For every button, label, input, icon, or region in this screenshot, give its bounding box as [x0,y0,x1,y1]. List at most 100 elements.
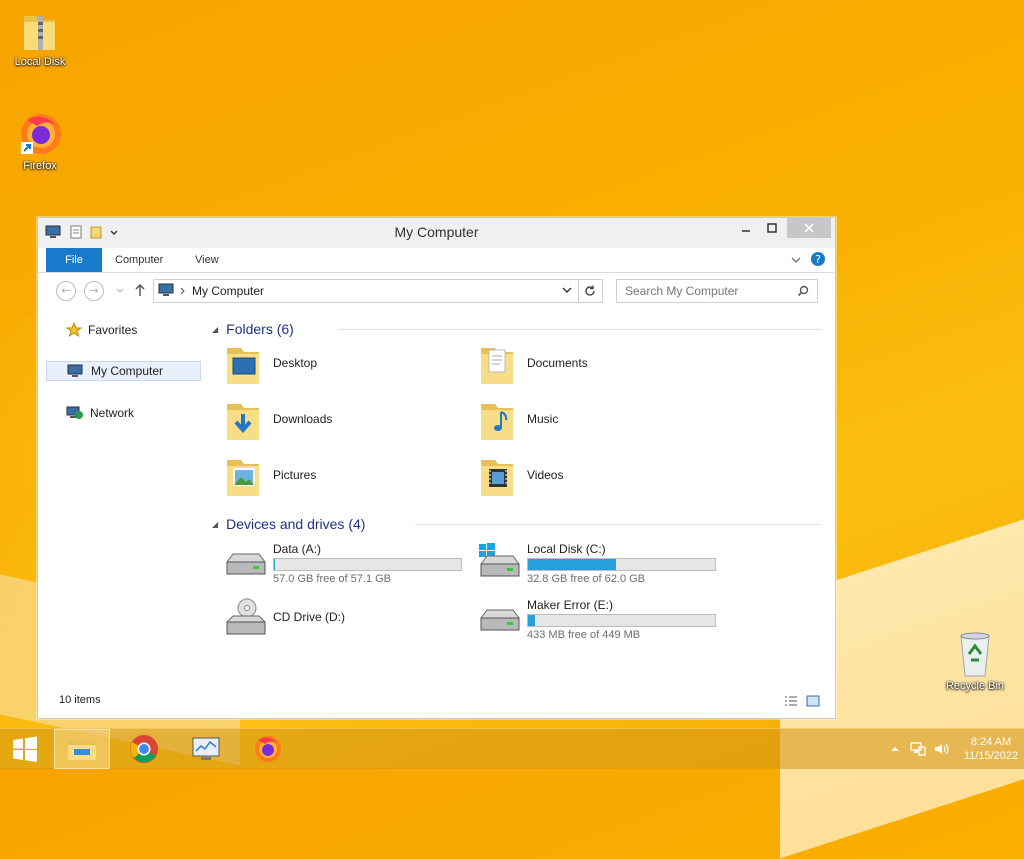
file-explorer-icon [66,736,98,762]
drive-name: Local Disk (C:) [527,542,606,556]
clock-date: 11/15/2022 [958,749,1024,763]
folder-tile-downloads[interactable]: Downloads [223,398,463,448]
address-text: My Computer [192,284,264,298]
close-icon [804,223,814,233]
tab-file[interactable]: File [46,248,102,272]
chevron-right-icon [180,287,186,295]
nav-item-my-computer[interactable]: My Computer [46,361,201,381]
chevron-down-icon[interactable] [562,287,572,295]
system-tray: 8:24 AM 11/15/2022 [890,729,1024,769]
desktop-folder-icon [223,342,263,390]
item-count: 10 items [59,694,101,706]
drives-header-label: Devices and drives (4) [226,516,365,532]
address-field[interactable]: My Computer [153,279,603,303]
recycle-bin-icon [955,630,995,678]
details-view-icon[interactable] [784,695,798,707]
drive-usage-bar [527,614,716,627]
title-bar[interactable]: My Computer [38,218,835,248]
folder-label: Videos [527,468,563,482]
folder-tile-documents[interactable]: Documents [477,342,717,392]
desktop-icon-recycle-bin[interactable]: Recycle Bin [935,630,1015,692]
content-pane: ◢ Folders (6) Desktop Documents Downloa [208,310,828,685]
folder-tile-pictures[interactable]: Pictures [223,454,463,504]
desktop-icon-label: Local Disk [15,56,66,68]
star-icon [66,322,82,338]
drive-tile-e[interactable]: Maker Error (E:) 433 MB free of 449 MB [477,598,722,648]
desktop-icon-firefox[interactable]: Firefox [0,110,80,172]
recent-locations-icon[interactable] [116,287,124,295]
music-folder-icon [477,398,517,446]
folder-zip-icon [20,8,60,54]
cd-drive-icon [223,598,269,638]
drive-usage-fill [528,559,616,570]
folder-label: Pictures [273,468,316,482]
windows-logo-icon [12,736,38,762]
collapse-triangle-icon[interactable]: ◢ [212,325,218,334]
taskbar-firefox[interactable] [240,729,296,769]
start-button[interactable] [0,729,50,769]
tab-view[interactable]: View [183,248,231,272]
maximize-icon [767,223,777,233]
desktop-icon-local-disk[interactable]: Local Disk [0,8,80,68]
back-button[interactable]: ← [56,281,76,301]
refresh-icon[interactable] [584,285,596,297]
group-divider [415,524,822,525]
search-icon[interactable] [797,285,809,297]
downloads-folder-icon [223,398,263,446]
taskbar-chrome[interactable] [116,729,172,769]
desktop-icon-label: Firefox [23,160,57,172]
firefox-icon [253,734,283,764]
nav-item-network[interactable]: Network [46,403,201,423]
folder-tile-desktop[interactable]: Desktop [223,342,463,392]
drive-usage-fill [528,615,535,626]
firefox-icon [17,110,63,158]
navigation-pane: Favorites My Computer Network [38,310,208,685]
group-divider [338,329,822,330]
show-hidden-icons-icon[interactable] [890,745,900,753]
taskbar-explorer[interactable] [54,729,110,769]
folder-label: Downloads [273,412,332,426]
hard-drive-icon [477,608,523,636]
close-button[interactable] [787,218,831,238]
nav-item-label: Favorites [88,323,137,337]
desktop-icon-label: Recycle Bin [946,680,1004,692]
drive-name: Maker Error (E:) [527,598,613,612]
drive-tile-d[interactable]: CD Drive (D:) [223,598,468,648]
search-input[interactable] [623,283,797,299]
volume-icon[interactable] [934,742,950,756]
drive-tile-a[interactable]: Data (A:) 57.0 GB free of 57.1 GB [223,542,468,592]
collapse-triangle-icon[interactable]: ◢ [212,520,218,529]
folder-label: Desktop [273,356,317,370]
drive-tile-c[interactable]: Local Disk (C:) 32.8 GB free of 62.0 GB [477,542,722,592]
drives-group-header[interactable]: ◢ Devices and drives (4) [212,514,365,534]
minimize-icon [741,223,751,233]
search-box[interactable] [616,279,818,303]
pictures-folder-icon [223,454,263,502]
drive-usage-bar [273,558,462,571]
folder-label: Documents [527,356,588,370]
folder-tile-videos[interactable]: Videos [477,454,717,504]
folder-label: Music [527,412,558,426]
folder-tile-music[interactable]: Music [477,398,717,448]
nav-item-favorites[interactable]: Favorites [46,320,201,340]
clock[interactable]: 8:24 AM 11/15/2022 [958,735,1024,763]
drive-usage-bar [527,558,716,571]
up-arrow-icon[interactable] [134,283,146,297]
explorer-window: My Computer File Computer View ? ← → My … [37,217,836,719]
chrome-icon [129,734,159,764]
forward-button[interactable]: → [84,281,104,301]
tab-computer[interactable]: Computer [103,248,175,272]
network-status-icon[interactable] [910,742,926,756]
network-icon [66,406,84,420]
large-icons-view-icon[interactable] [806,694,820,708]
folders-header-label: Folders (6) [226,321,294,337]
drive-free-space: 32.8 GB free of 62.0 GB [527,573,645,585]
folders-group-header[interactable]: ◢ Folders (6) [212,319,294,339]
drive-free-space: 433 MB free of 449 MB [527,629,640,641]
expand-ribbon-icon[interactable] [790,255,802,265]
help-icon[interactable]: ? [810,251,826,267]
taskbar-monitor[interactable] [178,729,234,769]
address-bar-row: ← → My Computer [38,273,835,309]
maximize-button[interactable] [752,218,792,238]
svg-text:?: ? [815,253,821,266]
